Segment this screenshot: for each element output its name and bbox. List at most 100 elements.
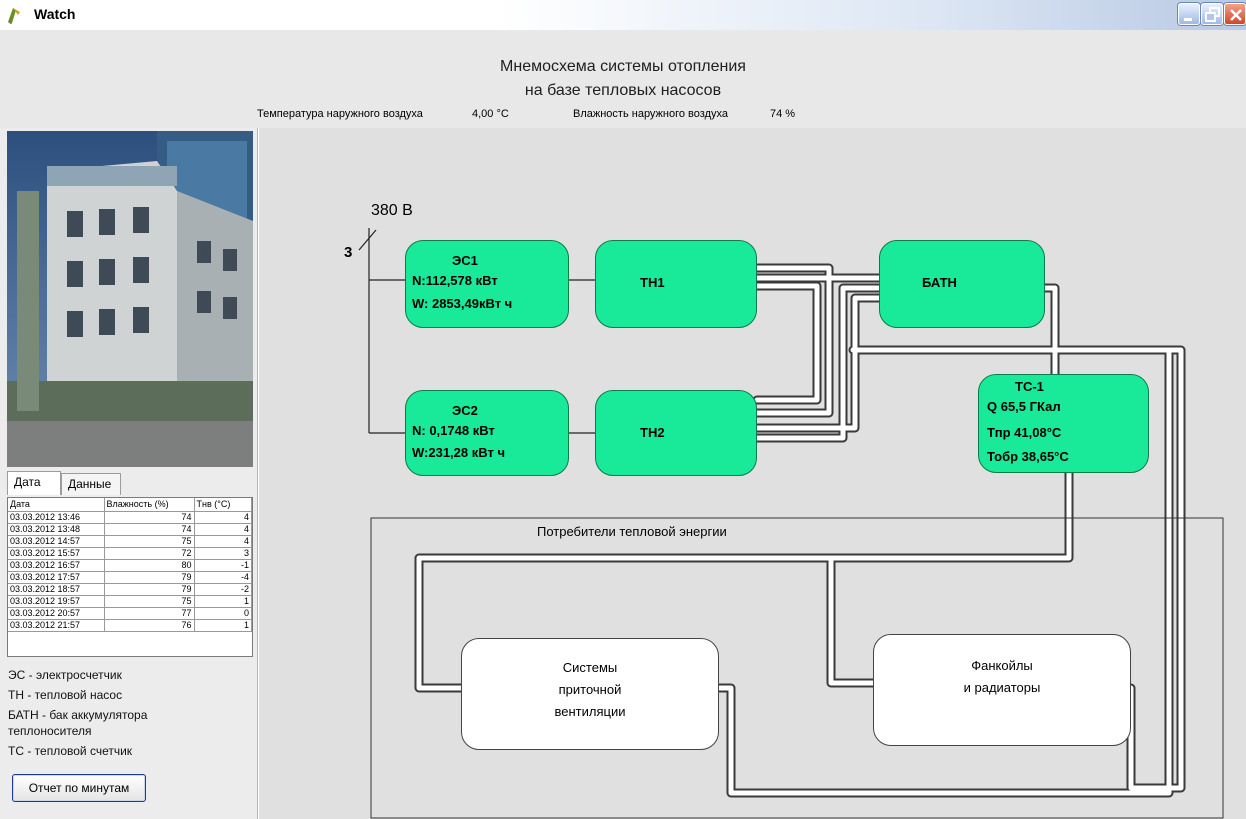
table-row[interactable]: 03.03.2012 20:57 77 0 [8, 607, 252, 620]
node-fancoils[interactable]: Фанкойлы и радиаторы [873, 634, 1131, 746]
node-es2[interactable]: ЭС2 N: 0,1748 кВт W:231,28 кВт ч [405, 390, 569, 476]
cell-temp: 3 [194, 547, 252, 560]
history-table: Дата Влажность (%) Тнв (°С) 03.03.2012 1… [7, 497, 253, 657]
table-row[interactable]: 03.03.2012 13:46 74 4 [8, 511, 252, 524]
consumers-title: Потребители тепловой энергии [537, 524, 727, 539]
node-es1[interactable]: ЭС1 N:112,578 кВт W: 2853,49кВт ч [405, 240, 569, 328]
legend-bath-line1: БАТН - бак аккумулятора [8, 708, 148, 722]
ventilation-line2: приточной [558, 682, 622, 697]
ts1-return-temp: Тобр 38,65°С [987, 449, 1069, 464]
cell-humidity: 76 [104, 619, 195, 632]
ts1-supply-temp: Тпр 41,08°С [987, 425, 1062, 440]
close-button[interactable] [1224, 3, 1246, 25]
th1-label: ТН1 [640, 275, 665, 290]
window-title: Watch [34, 6, 76, 22]
ts1-name: ТС-1 [1015, 379, 1044, 394]
node-bath[interactable]: БАТН [879, 240, 1045, 328]
cell-date: 03.03.2012 15:57 [8, 547, 105, 560]
fancoils-line2: и радиаторы [963, 680, 1041, 695]
legend-bath-line2: теплоносителя [8, 724, 92, 738]
app-icon [8, 8, 20, 24]
table-row[interactable]: 03.03.2012 16:57 80 -1 [8, 559, 252, 572]
outdoor-temp-value: 4,00 °С [472, 108, 509, 120]
restore-icon [1205, 7, 1220, 22]
cell-date: 03.03.2012 13:48 [8, 523, 105, 536]
building-photo [7, 131, 253, 467]
cell-temp: 4 [194, 511, 252, 524]
cell-temp: 4 [194, 523, 252, 536]
col-header-temp[interactable]: Тнв (°С) [194, 498, 252, 512]
table-row[interactable]: 03.03.2012 21:57 76 1 [8, 619, 252, 632]
cell-humidity: 75 [104, 535, 195, 548]
legend-th: ТН - тепловой насос [8, 688, 123, 702]
cell-humidity: 79 [104, 583, 195, 596]
col-header-humidity[interactable]: Влажность (%) [104, 498, 195, 512]
ventilation-text: Системы приточной вентиляции [462, 657, 718, 723]
es2-power: N: 0,1748 кВт [412, 423, 495, 438]
es2-energy: W:231,28 кВт ч [412, 445, 505, 460]
legend-es: ЭС - электросчетчик [8, 668, 122, 682]
es1-name: ЭС1 [452, 253, 478, 268]
ts1-heat: Q 65,5 ГКал [987, 399, 1061, 414]
bath-label: БАТН [922, 275, 957, 290]
tab-data[interactable]: Данные [61, 473, 121, 495]
phases-label: 3 [344, 244, 353, 261]
header: Мнемосхема системы отопления на базе теп… [0, 30, 1246, 128]
node-th2[interactable]: ТН2 [595, 390, 757, 476]
table-row[interactable]: 03.03.2012 15:57 72 3 [8, 547, 252, 560]
voltage-label: 380 В [371, 202, 413, 219]
th2-label: ТН2 [640, 425, 665, 440]
cell-humidity: 75 [104, 595, 195, 608]
outdoor-temp-label: Температура наружного воздуха [257, 108, 423, 120]
restore-button[interactable] [1201, 3, 1223, 25]
cell-date: 03.03.2012 14:57 [8, 535, 105, 548]
cell-humidity: 77 [104, 607, 195, 620]
ventilation-line3: вентиляции [554, 704, 626, 719]
es2-name: ЭС2 [452, 403, 478, 418]
minimize-button[interactable] [1178, 3, 1200, 25]
cell-date: 03.03.2012 19:57 [8, 595, 105, 608]
cell-humidity: 72 [104, 547, 195, 560]
cell-temp: -4 [194, 571, 252, 584]
cell-date: 03.03.2012 20:57 [8, 607, 105, 620]
table-row[interactable]: 03.03.2012 18:57 79 -2 [8, 583, 252, 596]
cell-temp: 0 [194, 607, 252, 620]
cell-humidity: 74 [104, 511, 195, 524]
table-row[interactable]: 03.03.2012 13:48 74 4 [8, 523, 252, 536]
page-title-line1: Мнемосхема системы отопления [500, 58, 746, 75]
node-ventilation[interactable]: Системы приточной вентиляции [461, 638, 719, 750]
page-title-line2: на базе тепловых насосов [524, 82, 722, 99]
cell-temp: 1 [194, 595, 252, 608]
tab-strip: Дата Данные [7, 471, 253, 495]
minute-report-button[interactable]: Отчет по минутам [12, 774, 146, 802]
cell-temp: 4 [194, 535, 252, 548]
cell-date: 03.03.2012 18:57 [8, 583, 105, 596]
window-titlebar: Watch [0, 0, 1246, 30]
cell-humidity: 79 [104, 571, 195, 584]
heating-mnemonic-diagram: 380 В 3 ЭС1 N:112,578 кВт W: 2853,49кВт … [259, 128, 1246, 819]
table-row[interactable]: 03.03.2012 14:57 75 4 [8, 535, 252, 548]
col-header-date[interactable]: Дата [8, 498, 105, 512]
cell-date: 03.03.2012 13:46 [8, 511, 105, 524]
cell-date: 03.03.2012 21:57 [8, 619, 105, 632]
cell-temp: 1 [194, 619, 252, 632]
table-row[interactable]: 03.03.2012 19:57 75 1 [8, 595, 252, 608]
es1-power: N:112,578 кВт [412, 273, 498, 288]
legend-ts: ТС - тепловой счетчик [8, 744, 133, 758]
node-th1[interactable]: ТН1 [595, 240, 757, 328]
ventilation-line1: Системы [562, 660, 618, 675]
cell-temp: -2 [194, 583, 252, 596]
cell-humidity: 74 [104, 523, 195, 536]
node-ts1[interactable]: ТС-1 Q 65,5 ГКал Тпр 41,08°С Тобр 38,65°… [978, 374, 1149, 473]
outdoor-humidity-label: Влажность наружного воздуха [573, 108, 728, 120]
tab-date[interactable]: Дата [7, 471, 61, 495]
left-panel: Дата Данные Дата Влажность (%) Тнв (°С) … [0, 128, 258, 819]
close-icon [1230, 9, 1242, 21]
fancoils-text: Фанкойлы и радиаторы [874, 655, 1130, 699]
minimize-icon [1184, 18, 1192, 21]
cell-humidity: 80 [104, 559, 195, 572]
es1-energy: W: 2853,49кВт ч [412, 296, 513, 311]
table-row[interactable]: 03.03.2012 17:57 79 -4 [8, 571, 252, 584]
outdoor-humidity-value: 74 % [770, 108, 796, 120]
fancoils-line1: Фанкойлы [971, 658, 1033, 673]
